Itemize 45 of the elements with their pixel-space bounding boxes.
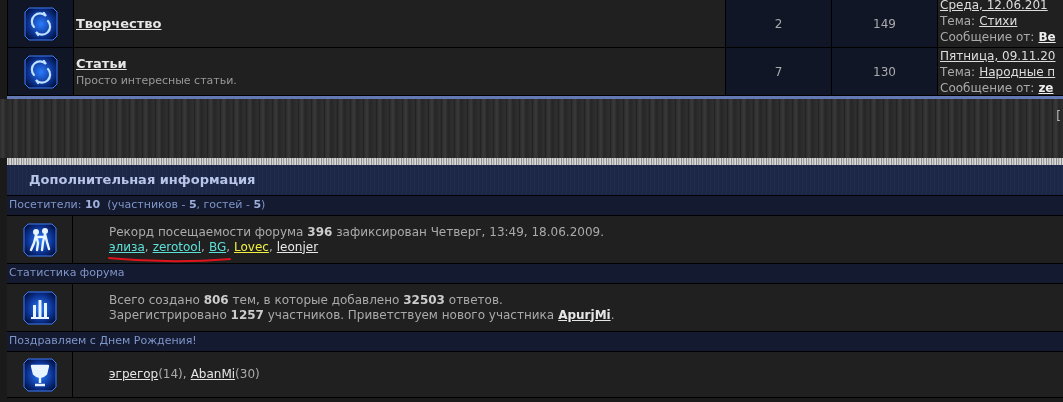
topic-link[interactable]: Стихи bbox=[979, 12, 1018, 29]
separator: , bbox=[144, 239, 149, 255]
last-post-date-link[interactable]: Среда, 12.06.201 bbox=[940, 0, 1048, 13]
forum-title-link[interactable]: Статьи bbox=[76, 53, 127, 73]
user-age: (30) bbox=[235, 367, 260, 382]
trophy-icon bbox=[22, 357, 57, 392]
period: . bbox=[610, 307, 615, 323]
user-link[interactable]: элиза bbox=[109, 239, 145, 255]
author-link[interactable]: ze bbox=[1038, 79, 1054, 95]
topics-count: 2 bbox=[726, 0, 832, 47]
swirl-icon bbox=[23, 54, 58, 89]
separator: , bbox=[226, 239, 231, 255]
topic-label: Тема: bbox=[940, 63, 976, 80]
bar-chart-icon bbox=[22, 290, 57, 325]
user-age: (14) bbox=[158, 367, 183, 382]
posts-count: 130 bbox=[832, 48, 938, 95]
posts-count: 149 bbox=[832, 0, 938, 47]
separator: , bbox=[182, 367, 187, 382]
swirl-icon bbox=[23, 6, 58, 41]
author-label: Сообщение от: bbox=[940, 79, 1035, 95]
record-text: Рекорд посещаемости форума 396 зафиксирован Четверг, 13:49, 18.06.2009. bbox=[109, 224, 604, 240]
topics-count: 7 bbox=[726, 48, 832, 95]
section-heading: Статистика форума bbox=[7, 264, 1063, 284]
user-link[interactable]: AbanMi bbox=[190, 367, 236, 382]
author-link[interactable]: Be bbox=[1038, 28, 1056, 45]
newest-member-link[interactable]: ApurjMi bbox=[558, 307, 611, 323]
user-link[interactable]: Lovec bbox=[234, 239, 269, 255]
user-link[interactable]: эгрегор bbox=[109, 367, 159, 382]
separator: , bbox=[268, 239, 273, 255]
greeting-text: Зарегистрировано 1257 участников. Приветствуем нового участника bbox=[109, 307, 555, 323]
forum-description: Просто интересные статьи. bbox=[76, 73, 238, 89]
section-heading: Поздравляем с Днем Рождения! bbox=[7, 332, 1063, 352]
people-icon bbox=[22, 222, 57, 257]
topic-link[interactable]: Народные п bbox=[979, 63, 1056, 80]
forum-title-link[interactable]: Творчество bbox=[76, 13, 162, 34]
topic-label: Тема: bbox=[940, 12, 976, 29]
last-post-date-link[interactable]: Пятница, 09.11.20 bbox=[940, 48, 1056, 64]
section-heading: Посетители: 10 (участников - 5, гостей - 5) bbox=[7, 196, 1063, 216]
user-link[interactable]: zerotool bbox=[152, 239, 202, 255]
user-link[interactable]: leonjer bbox=[276, 239, 319, 255]
author-label: Сообщение от: bbox=[940, 28, 1035, 45]
panel-header: Дополнительная информация bbox=[7, 165, 1063, 196]
separator: , bbox=[201, 239, 205, 255]
stats-text: Всего создано 806 тем, в которые добавлено 32503 ответов. bbox=[109, 292, 504, 308]
pager-bracket: [ bbox=[1056, 108, 1061, 125]
